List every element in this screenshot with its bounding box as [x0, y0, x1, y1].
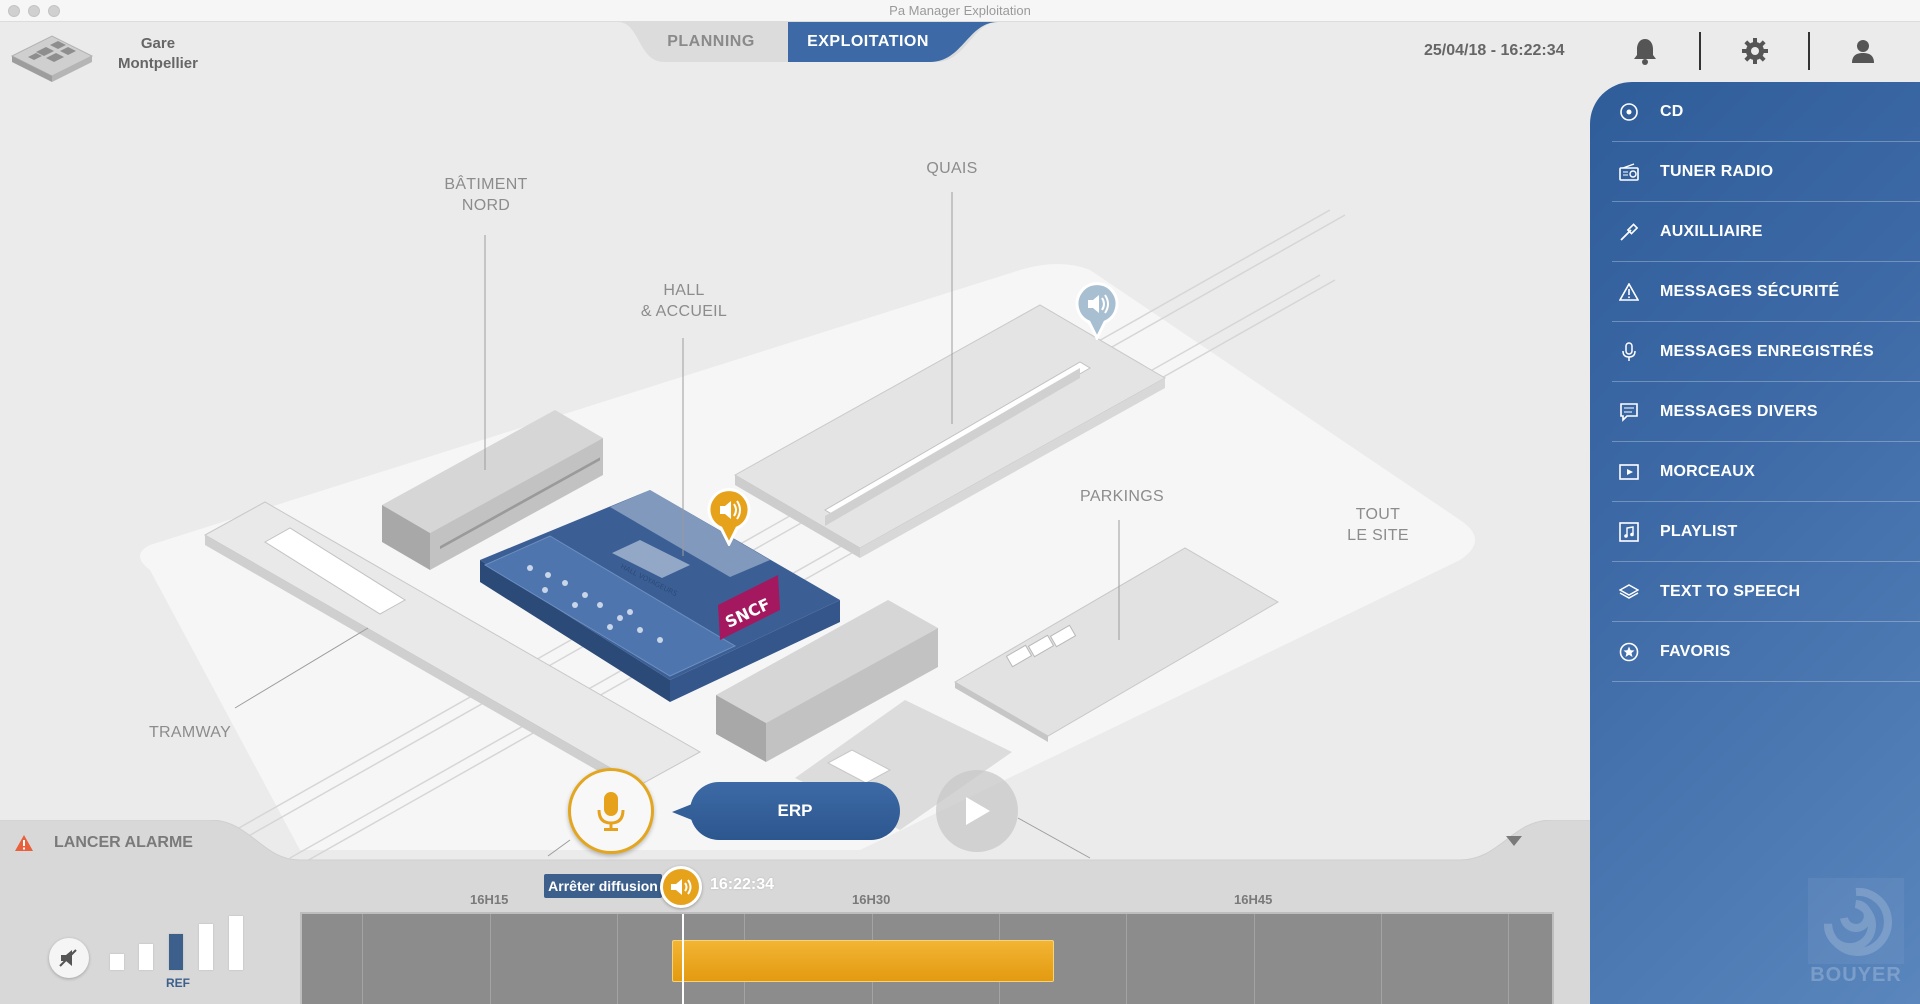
mode-tabs: PLANNING EXPLOITATION — [618, 22, 998, 62]
timeline-gridline — [1381, 914, 1382, 1004]
source-item-playlist[interactable]: PLAYLIST — [1612, 502, 1920, 562]
station-name: Gare Montpellier — [100, 34, 216, 74]
cd-icon — [1618, 101, 1640, 123]
speaker-muted-icon — [59, 949, 77, 967]
station-logo-icon — [8, 30, 96, 82]
erp-button[interactable]: ERP — [690, 782, 900, 840]
volume-step-selected[interactable] — [169, 934, 183, 970]
timeline-gridline — [617, 914, 618, 1004]
timeline-gridline — [1508, 914, 1509, 1004]
zone-label-tout-le-site[interactable]: TOUT LE SITE — [1318, 504, 1438, 546]
microphone-icon — [597, 792, 625, 831]
source-item-label: MESSAGES ENREGISTRÉS — [1660, 342, 1874, 360]
current-datetime: 25/04/18 - 16:22:34 — [1424, 42, 1565, 59]
volume-step[interactable] — [199, 924, 213, 970]
header-divider — [1699, 32, 1701, 70]
timeline-gridline — [490, 914, 491, 1004]
source-item-label: TUNER RADIO — [1660, 162, 1774, 180]
source-item-text-to-speech[interactable]: TEXT TO SPEECH — [1612, 562, 1920, 622]
zone-label-tramway[interactable]: TRAMWAY — [130, 722, 250, 743]
zone-speaker-pin-quais[interactable] — [1074, 282, 1120, 340]
microphone-button[interactable] — [568, 768, 654, 854]
source-item-tuner-radio[interactable]: TUNER RADIO — [1612, 142, 1920, 202]
user-icon[interactable] — [1846, 34, 1880, 68]
play-icon — [966, 797, 990, 825]
aux-cable-icon — [1618, 221, 1640, 243]
app-window: Pa Manager Exploitation Gare Montpellier… — [0, 0, 1920, 1004]
source-item-label: MORCEAUX — [1660, 462, 1755, 480]
source-item-label: TEXT TO SPEECH — [1660, 582, 1801, 600]
zone-label-quais[interactable]: QUAIS — [892, 158, 1012, 179]
source-item-messages-enregistres[interactable]: MESSAGES ENREGISTRÉS — [1612, 322, 1920, 382]
volume-step[interactable] — [110, 954, 124, 970]
brand-name: BOUYER — [1810, 964, 1902, 986]
station-name-line2: Montpellier — [117, 55, 198, 72]
timeline-tick: 16H30 — [852, 892, 891, 907]
header-divider — [1808, 32, 1810, 70]
tab-planning[interactable]: PLANNING — [636, 33, 786, 51]
radio-icon — [1618, 161, 1640, 183]
live-time: 16:22:34 — [710, 876, 775, 893]
erp-bubble-tail — [672, 804, 692, 820]
speech-layers-icon — [1618, 581, 1640, 603]
source-item-label: MESSAGES DIVERS — [1660, 402, 1818, 420]
source-item-label: FAVORIS — [1660, 642, 1731, 660]
source-item-messages-divers[interactable]: MESSAGES DIVERS — [1612, 382, 1920, 442]
video-clip-icon — [1618, 461, 1640, 483]
broadcast-timeline[interactable] — [300, 912, 1554, 1004]
star-icon — [1618, 641, 1640, 663]
source-panel: CD TUNER RADIO AUXILLIAIRE MESSAGES SÉCU… — [1590, 82, 1920, 1004]
bouyer-logo: BOUYER — [1808, 878, 1904, 986]
source-item-auxilliaire[interactable]: AUXILLIAIRE — [1612, 202, 1920, 262]
chat-icon — [1618, 401, 1640, 423]
scheduled-broadcast-block[interactable] — [672, 940, 1054, 982]
speaker-icon — [671, 879, 692, 895]
play-button[interactable] — [936, 770, 1018, 852]
zone-label-hall[interactable]: HALL & ACCUEIL — [624, 280, 744, 322]
microphone-icon — [1618, 341, 1640, 363]
playlist-icon — [1618, 521, 1640, 543]
mute-button[interactable] — [49, 938, 89, 978]
source-item-label: PLAYLIST — [1660, 522, 1738, 540]
volume-step[interactable] — [229, 916, 243, 970]
launch-alarm-button[interactable]: LANCER ALARME — [14, 834, 193, 852]
bell-icon[interactable] — [1628, 34, 1662, 68]
timeline-gridline — [1254, 914, 1255, 1004]
window-title: Pa Manager Exploitation — [889, 3, 1031, 18]
zone-label-line: HALL — [663, 282, 705, 299]
zone-label-line: LE SITE — [1347, 527, 1409, 544]
station-name-line1: Gare — [140, 35, 176, 52]
source-item-label: MESSAGES SÉCURITÉ — [1660, 282, 1840, 300]
zone-label-line: BÂTIMENT — [444, 176, 528, 193]
gear-icon[interactable] — [1738, 34, 1772, 68]
station-map: SNCF HALL VOYAGEURS BÂTIMENT NORD HALL &… — [0, 82, 1590, 862]
source-item-favoris[interactable]: FAVORIS — [1612, 622, 1920, 682]
timeline-gridline — [362, 914, 363, 1004]
source-item-label: CD — [1660, 102, 1684, 120]
timeline-tick: 16H45 — [1234, 892, 1273, 907]
source-item-messages-securite[interactable]: MESSAGES SÉCURITÉ — [1612, 262, 1920, 322]
volume-step[interactable] — [139, 944, 153, 970]
chevron-down-icon[interactable] — [1506, 836, 1522, 846]
zone-label-parkings[interactable]: PARKINGS — [1062, 486, 1182, 507]
alert-triangle-icon — [15, 835, 33, 851]
stop-broadcast-button[interactable]: Arrêter diffusion — [544, 874, 662, 898]
zone-label-batiment-nord[interactable]: BÂTIMENT NORD — [426, 174, 546, 216]
window-titlebar: Pa Manager Exploitation — [0, 0, 1920, 22]
zone-label-line: & ACCUEIL — [640, 303, 728, 320]
source-item-morceaux[interactable]: MORCEAUX — [1612, 442, 1920, 502]
zone-label-line: TOUT — [1355, 506, 1401, 523]
source-item-cd[interactable]: CD — [1612, 82, 1920, 142]
volume-ref-label: REF — [166, 976, 190, 990]
tab-exploitation[interactable]: EXPLOITATION — [788, 33, 948, 51]
live-broadcast-marker[interactable] — [660, 866, 702, 908]
alarm-label: LANCER ALARME — [54, 834, 193, 851]
zone-speaker-pin-hall[interactable] — [706, 488, 752, 546]
timeline-gridline — [1126, 914, 1127, 1004]
warning-icon — [1618, 281, 1640, 303]
source-item-label: AUXILLIAIRE — [1660, 222, 1763, 240]
timeline-tick: 16H15 — [470, 892, 509, 907]
timeline-now-line — [682, 914, 684, 1004]
zone-label-line: NORD — [461, 197, 511, 214]
